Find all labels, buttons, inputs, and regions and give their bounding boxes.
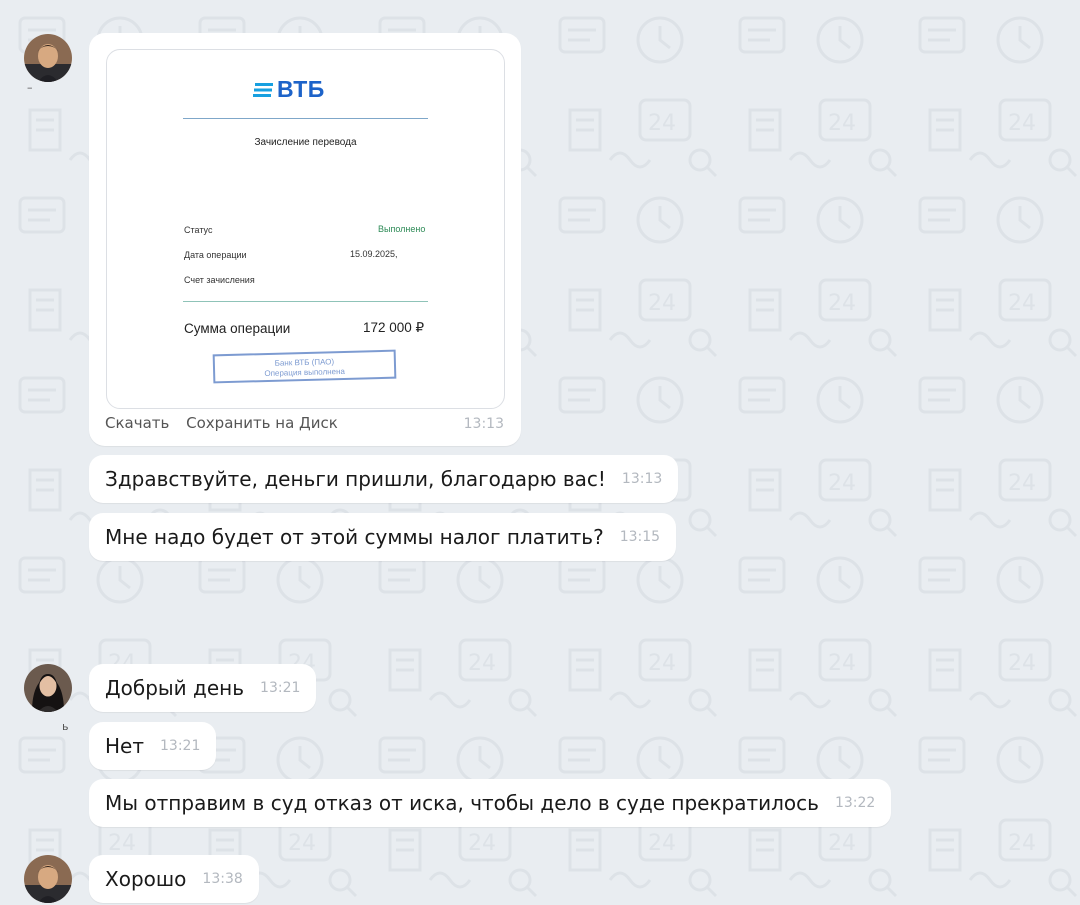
message-bubble[interactable]: Мне надо будет от этой суммы налог плати… <box>89 513 677 561</box>
message-time: 13:38 <box>202 871 243 887</box>
sum-label: Сумма операции <box>184 321 291 336</box>
field-label-account: Счет зачисления <box>184 275 255 285</box>
field-value-date: 15.09.2025, <box>350 249 398 259</box>
receipt-preview[interactable]: ВТБ Зачисление перевода Статус Выполнено… <box>106 49 505 409</box>
message-text: Нет <box>105 734 144 758</box>
message-text: Мне надо будет от этой суммы налог плати… <box>105 525 604 549</box>
document-message[interactable]: ВТБ Зачисление перевода Статус Выполнено… <box>89 33 521 446</box>
field-value-status: Выполнено <box>378 224 426 234</box>
field-label-status: Статус <box>184 225 213 235</box>
message-bubble[interactable]: Добрый день 13:21 <box>89 664 317 712</box>
document-actions: Скачать Сохранить на Диск <box>105 414 350 432</box>
save-to-disk-link[interactable]: Сохранить на Диск <box>186 414 338 432</box>
message-bubble[interactable]: Хорошо 13:38 <box>89 855 259 903</box>
message-bubble[interactable]: Нет 13:21 <box>89 722 217 770</box>
download-link[interactable]: Скачать <box>105 414 169 432</box>
message-bubble[interactable]: Мы отправим в суд отказ от иска, чтобы д… <box>89 779 892 827</box>
message-text: Мы отправим в суд отказ от иска, чтобы д… <box>105 791 819 815</box>
divider <box>183 118 428 119</box>
message-text: Здравствуйте, деньги пришли, благодарю в… <box>105 467 606 491</box>
message-text: Хорошо <box>105 867 187 891</box>
message-time: 13:21 <box>160 738 201 754</box>
field-label-date: Дата операции <box>184 250 247 260</box>
sender-avatar[interactable] <box>24 34 72 82</box>
sum-value: 172 000 ₽ <box>363 320 425 335</box>
message-time: 13:15 <box>619 529 661 545</box>
receipt-title: Зачисление перевода <box>254 137 357 148</box>
message-time: 13:13 <box>621 471 663 487</box>
message-text: Добрый день <box>105 676 245 700</box>
sender-avatar[interactable] <box>24 664 72 712</box>
bank-name: ВТБ <box>277 76 325 102</box>
message-bubble[interactable]: Здравствуйте, деньги пришли, благодарю в… <box>89 455 679 503</box>
message-time: 13:22 <box>834 795 876 811</box>
sender-name-fragment: – <box>27 81 33 94</box>
message-time: 13:13 <box>463 416 504 432</box>
sender-avatar[interactable] <box>24 855 72 903</box>
vtb-stripes-icon <box>253 82 273 97</box>
divider <box>183 301 428 302</box>
bank-stamp: Банк ВТБ (ПАО) Операция выполнена <box>212 349 397 384</box>
sender-name-fragment: ь <box>62 720 69 733</box>
bank-logo: ВТБ <box>253 76 325 103</box>
message-time: 13:21 <box>260 680 301 696</box>
